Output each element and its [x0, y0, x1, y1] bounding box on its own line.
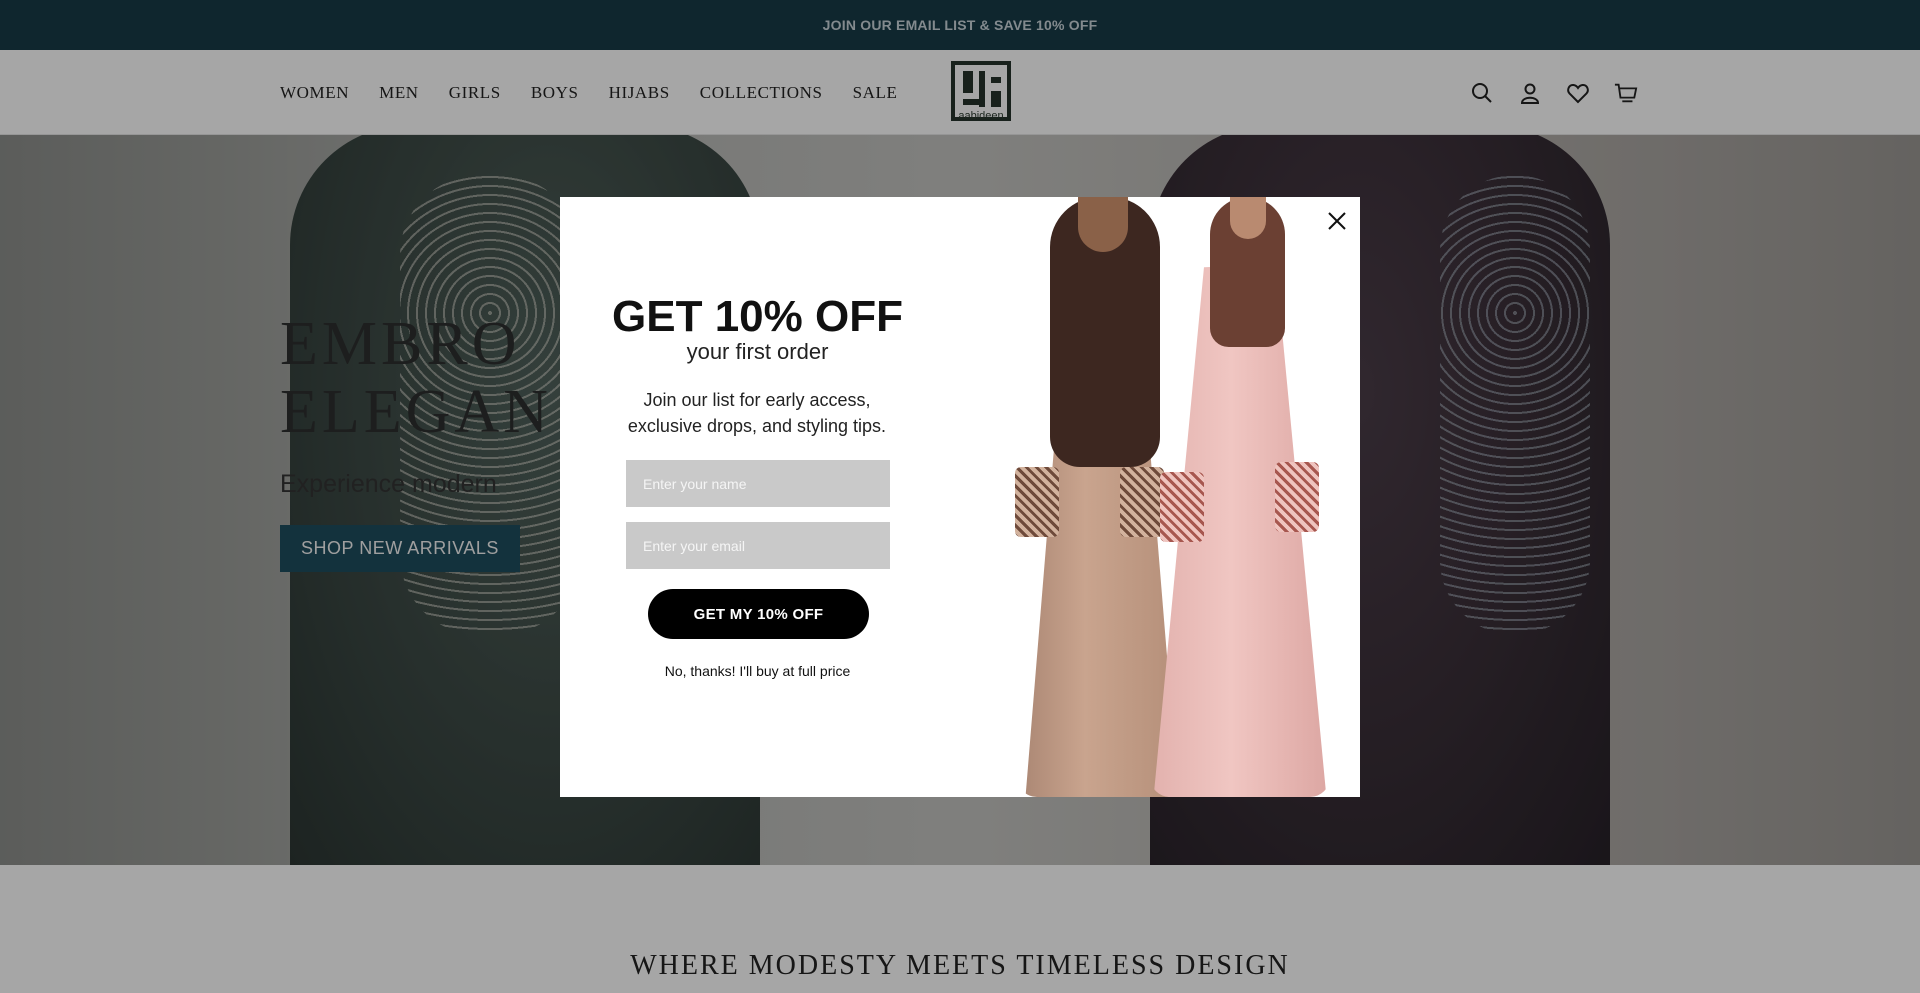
- name-input[interactable]: [626, 460, 890, 507]
- embroidered-sleeve: [1160, 472, 1204, 542]
- popup-subtitle: your first order: [686, 339, 829, 364]
- embroidered-sleeve: [1015, 467, 1059, 537]
- popup-image: [955, 197, 1360, 797]
- model-left-face: [1078, 197, 1128, 252]
- popup-title: GET 10% OFF: [612, 292, 903, 341]
- popup-form-panel: GET 10% OFF your first order Join our li…: [560, 197, 955, 797]
- model-right-face: [1230, 197, 1266, 239]
- email-signup-popup: GET 10% OFF your first order Join our li…: [560, 197, 1360, 797]
- popup-description: Join our list for early access, exclusiv…: [627, 390, 887, 436]
- embroidered-sleeve: [1275, 462, 1319, 532]
- embroidered-sleeve: [1120, 467, 1164, 537]
- close-icon[interactable]: [1325, 209, 1349, 233]
- email-input[interactable]: [626, 522, 890, 569]
- decline-link[interactable]: No, thanks! I'll buy at full price: [560, 663, 955, 679]
- get-discount-button[interactable]: GET MY 10% OFF: [648, 589, 869, 639]
